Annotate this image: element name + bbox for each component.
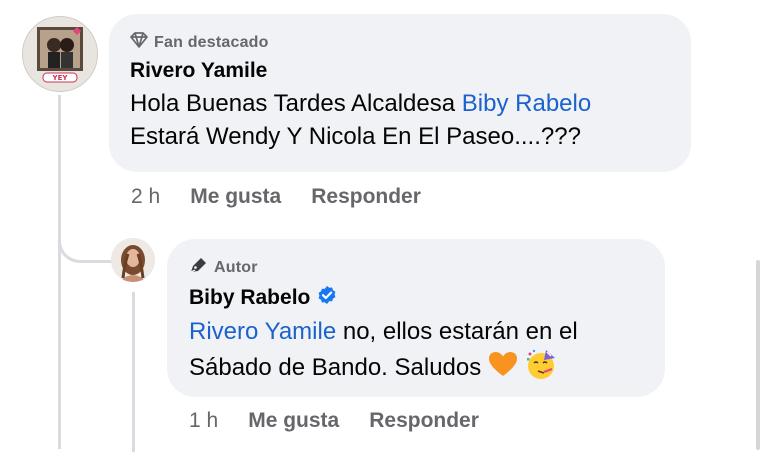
reply-button[interactable]: Responder bbox=[311, 185, 421, 209]
author-badge: Autor bbox=[189, 256, 643, 279]
orange-heart-icon bbox=[488, 350, 518, 387]
avatar-photo: YEY bbox=[23, 17, 97, 91]
avatar-rivero-yamile[interactable]: YEY bbox=[22, 16, 98, 92]
party-face-icon bbox=[525, 348, 559, 389]
verified-badge-icon bbox=[317, 285, 337, 311]
comment-bubble-1[interactable]: Fan destacado Rivero Yamile Hola Buenas … bbox=[109, 14, 691, 172]
comment-text-line2: Sábado de Bando. Saludos bbox=[189, 353, 482, 381]
comment-text-line1: no, ellos estarán en el bbox=[336, 318, 578, 345]
scrollbar[interactable] bbox=[756, 260, 760, 450]
author-name[interactable]: Rivero Yamile bbox=[130, 59, 267, 83]
comment-actions-1: 2 h Me gusta Responder bbox=[131, 185, 451, 209]
timestamp[interactable]: 1 h bbox=[189, 409, 218, 433]
mention-biby-rabelo[interactable]: Biby Rabelo bbox=[462, 90, 591, 117]
comment-text-1: Hola Buenas Tardes Alcaldesa Biby Rabelo… bbox=[130, 87, 669, 153]
diamond-icon bbox=[130, 32, 148, 53]
comment-text-before: Hola Buenas Tardes Alcaldesa bbox=[130, 90, 462, 117]
fan-badge-label: Fan destacado bbox=[154, 33, 269, 51]
comment-author-1[interactable]: Rivero Yamile bbox=[130, 59, 669, 83]
comment-bubble-2[interactable]: Autor Biby Rabelo Rivero Yamile no, ello… bbox=[167, 239, 665, 397]
svg-text:YEY: YEY bbox=[52, 74, 69, 82]
comment-text-2: Rivero Yamile no, ellos estarán en el Sáb… bbox=[189, 315, 643, 389]
comment-actions-2: 1 h Me gusta Responder bbox=[189, 409, 509, 433]
timestamp[interactable]: 2 h bbox=[131, 185, 160, 209]
comment-author-2[interactable]: Biby Rabelo bbox=[189, 285, 643, 311]
reply-thread-line bbox=[132, 292, 135, 452]
author-badge-label: Autor bbox=[214, 258, 258, 276]
avatar-photo bbox=[111, 238, 155, 282]
mention-rivero-yamile[interactable]: Rivero Yamile bbox=[189, 318, 336, 345]
author-name[interactable]: Biby Rabelo bbox=[189, 286, 310, 310]
pen-icon bbox=[189, 256, 208, 279]
fan-badge: Fan destacado bbox=[130, 32, 669, 53]
like-button[interactable]: Me gusta bbox=[248, 409, 339, 433]
comment-text-after: Estará Wendy Y Nicola En El Paseo....??? bbox=[130, 123, 581, 150]
thread-connector-curve bbox=[58, 200, 116, 263]
avatar-biby-rabelo[interactable] bbox=[111, 238, 155, 282]
thread-connector-vertical bbox=[58, 95, 61, 449]
reply-button[interactable]: Responder bbox=[369, 409, 479, 433]
like-button[interactable]: Me gusta bbox=[190, 185, 281, 209]
